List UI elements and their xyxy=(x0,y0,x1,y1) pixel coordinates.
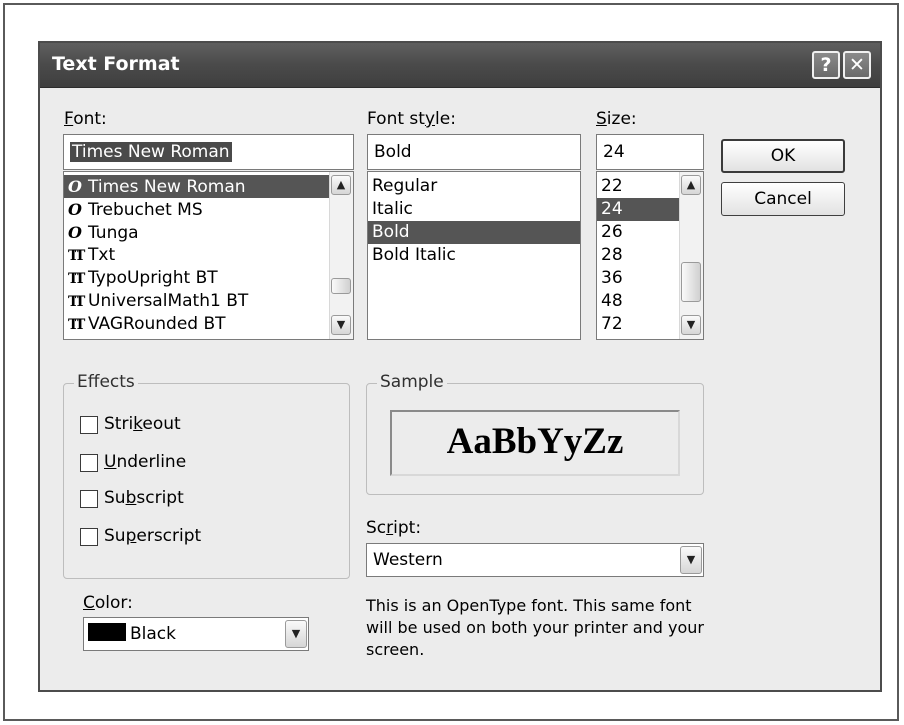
size-list[interactable]: 22 24 26 28 36 48 72 ▲ ▼ xyxy=(596,171,704,340)
list-item-label: VAGRounded BT xyxy=(88,314,226,334)
strikeout-label: Strikeout xyxy=(104,414,181,434)
help-button[interactable]: ? xyxy=(812,51,840,79)
list-item-label: 36 xyxy=(601,268,623,288)
script-dropdown[interactable]: Western ▼ xyxy=(366,543,704,577)
list-item-label: Regular xyxy=(372,176,438,196)
list-item-label: 48 xyxy=(601,291,623,311)
list-item-label: 28 xyxy=(601,245,623,265)
list-item-label: Bold xyxy=(372,222,410,242)
opentype-icon: O xyxy=(68,177,82,196)
subscript-label: Subscript xyxy=(104,488,184,508)
list-item-label: Trebuchet MS xyxy=(88,200,203,220)
font-style-list[interactable]: Regular Italic Bold Bold Italic xyxy=(367,171,581,340)
opentype-icon: O xyxy=(68,200,82,219)
truetype-icon: TT xyxy=(68,317,85,333)
close-button[interactable]: ✕ xyxy=(843,51,871,79)
list-item[interactable]: O Tunga xyxy=(64,221,353,244)
list-item-label: 24 xyxy=(601,199,623,219)
opentype-icon: O xyxy=(68,223,82,242)
size-field[interactable]: 24 xyxy=(596,134,704,170)
scroll-thumb[interactable] xyxy=(681,262,701,302)
list-item-label: TypoUpright BT xyxy=(88,268,218,288)
title-bar[interactable]: Text Format ? ✕ xyxy=(40,43,880,88)
strikeout-checkbox[interactable] xyxy=(80,416,98,434)
list-item-label: Bold Italic xyxy=(372,245,456,265)
sample-preview: AaBbYyZz xyxy=(390,410,680,476)
font-name-value: Times New Roman xyxy=(70,142,232,162)
list-item[interactable]: TT TypoUpright BT xyxy=(64,267,353,290)
list-item[interactable]: Bold xyxy=(368,221,580,244)
effects-title: Effects xyxy=(74,372,138,392)
list-item-label: 26 xyxy=(601,222,623,242)
scroll-up-icon[interactable]: ▲ xyxy=(331,175,351,195)
script-label: Script: xyxy=(366,518,422,538)
list-item-label: Txt xyxy=(88,245,116,265)
list-item-label: Times New Roman xyxy=(88,177,246,197)
color-label: Color: xyxy=(83,593,133,613)
list-item[interactable]: TT Txt xyxy=(64,244,353,267)
list-item[interactable]: O Trebuchet MS xyxy=(64,198,353,221)
subscript-checkbox[interactable] xyxy=(80,490,98,508)
list-item[interactable]: O Times New Roman xyxy=(64,175,353,198)
scroll-thumb[interactable] xyxy=(331,278,351,294)
font-list-scrollbar[interactable]: ▲ ▼ xyxy=(329,172,353,339)
list-item[interactable]: Regular xyxy=(368,175,580,198)
font-description: This is an OpenType font. This same font… xyxy=(366,596,704,659)
sample-title: Sample xyxy=(377,372,447,392)
scroll-up-icon[interactable]: ▲ xyxy=(681,175,701,195)
chevron-down-icon[interactable]: ▼ xyxy=(285,620,307,648)
truetype-icon: TT xyxy=(68,248,85,264)
dialog-title: Text Format xyxy=(52,53,180,75)
color-value: Black xyxy=(130,624,176,644)
list-item[interactable]: TT UniversalMath1 BT xyxy=(64,290,353,313)
list-item[interactable]: Italic xyxy=(368,198,580,221)
list-item-label: Italic xyxy=(372,199,413,219)
superscript-label: Superscript xyxy=(104,526,202,546)
script-value: Western xyxy=(373,550,443,570)
font-list[interactable]: O Times New Roman O Trebuchet MS O Tunga TT Txt… xyxy=(63,171,354,340)
truetype-icon: TT xyxy=(68,271,85,287)
font-style-label: Font style: xyxy=(367,109,456,129)
scroll-down-icon[interactable]: ▼ xyxy=(681,315,701,335)
color-swatch xyxy=(88,623,126,641)
size-list-scrollbar[interactable]: ▲ ▼ xyxy=(679,172,703,339)
effects-group: Effects Strikeout Underline Subscript Su… xyxy=(63,372,350,579)
underline-checkbox[interactable] xyxy=(80,454,98,472)
superscript-checkbox[interactable] xyxy=(80,528,98,546)
color-dropdown[interactable]: Black ▼ xyxy=(83,617,309,651)
underline-label: Underline xyxy=(104,452,187,472)
list-item-label: 22 xyxy=(601,176,623,196)
list-item-label: UniversalMath1 BT xyxy=(88,291,249,311)
list-item-label: Tunga xyxy=(88,223,139,243)
scroll-down-icon[interactable]: ▼ xyxy=(331,315,351,335)
list-item-label: 72 xyxy=(601,314,623,334)
font-label: Font: xyxy=(64,109,107,129)
ok-button[interactable]: OK xyxy=(721,139,845,173)
text-format-dialog: Text Format ? ✕ Font: Times New Roman OT… xyxy=(38,41,882,692)
font-style-field[interactable]: Bold xyxy=(367,134,581,170)
cancel-button[interactable]: Cancel xyxy=(721,182,845,216)
font-name-field[interactable]: Times New Roman xyxy=(63,134,354,170)
list-item[interactable]: TT VAGRounded BT xyxy=(64,313,353,336)
list-item[interactable]: Bold Italic xyxy=(368,244,580,267)
chevron-down-icon[interactable]: ▼ xyxy=(680,546,702,574)
size-label: Size: xyxy=(596,109,637,129)
truetype-icon: TT xyxy=(68,294,85,310)
